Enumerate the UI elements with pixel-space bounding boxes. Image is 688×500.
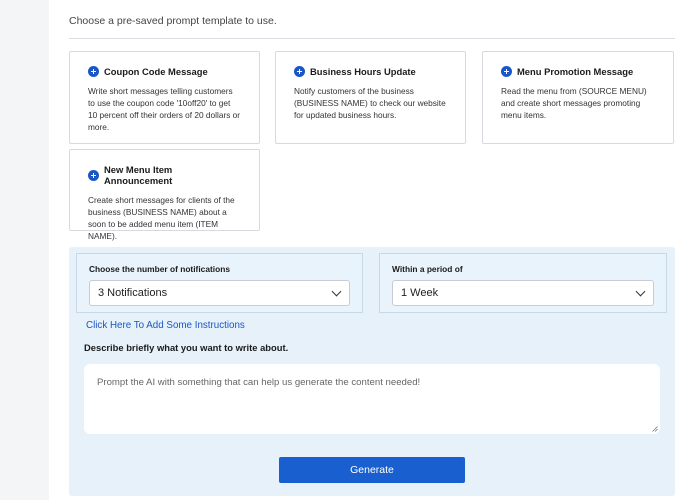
template-card-business-hours[interactable]: Business Hours Update Notify customers o…: [275, 51, 466, 144]
left-rail: [0, 0, 49, 500]
notifications-select-value: 3 Notifications: [98, 287, 168, 299]
period-select-value: 1 Week: [401, 287, 439, 299]
template-card-title: Menu Promotion Message: [517, 66, 634, 77]
describe-label: Describe briefly what you want to write …: [84, 342, 289, 353]
template-card-title: New Menu Item Announcement: [104, 164, 173, 186]
notifications-label: Choose the number of notifications: [89, 264, 230, 274]
plus-circle-icon: [88, 169, 99, 181]
prompt-input[interactable]: [84, 364, 660, 434]
divider: [69, 38, 675, 39]
template-card-description: Create short messages for clients of the…: [88, 195, 235, 241]
notifications-select[interactable]: 3 Notifications: [89, 280, 350, 306]
plus-circle-icon: [501, 66, 512, 77]
template-card-title: Business Hours Update: [310, 66, 416, 77]
plus-circle-icon: [88, 66, 99, 77]
generation-panel: Choose the number of notifications 3 Not…: [69, 247, 675, 496]
template-card-menu-promotion[interactable]: Menu Promotion Message Read the menu fro…: [482, 51, 674, 144]
template-card-description: Notify customers of the business (BUSINE…: [294, 86, 446, 120]
notifications-field: Choose the number of notifications 3 Not…: [76, 253, 363, 313]
chevron-down-icon: [331, 286, 342, 296]
template-card-description: Read the menu from (SOURCE MENU) and cre…: [501, 86, 647, 120]
page-subtitle: Choose a pre-saved prompt template to us…: [69, 15, 277, 27]
period-select[interactable]: 1 Week: [392, 280, 654, 306]
period-field: Within a period of 1 Week: [379, 253, 667, 313]
add-instructions-link[interactable]: Click Here To Add Some Instructions: [86, 320, 245, 331]
template-card-coupon-code[interactable]: Coupon Code Message Write short messages…: [69, 51, 260, 144]
chevron-down-icon: [635, 286, 646, 296]
template-card-description: Write short messages telling customers t…: [88, 86, 241, 132]
template-card-title: Coupon Code Message: [104, 66, 208, 77]
template-card-new-menu-item[interactable]: New Menu Item Announcement Create short …: [69, 149, 260, 241]
generate-button[interactable]: Generate: [279, 457, 465, 483]
resize-handle-icon[interactable]: [652, 426, 658, 432]
period-label: Within a period of: [392, 264, 463, 274]
plus-circle-icon: [294, 66, 305, 77]
